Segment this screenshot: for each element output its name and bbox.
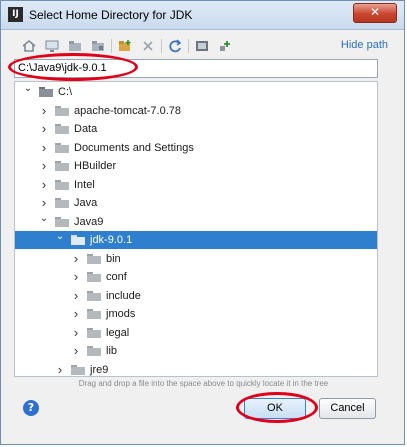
cancel-button[interactable]: Cancel [319, 398, 376, 419]
chevron-right-icon[interactable]: › [39, 120, 49, 138]
chevron-right-icon[interactable]: › [71, 324, 81, 342]
title-bar[interactable]: IJ Select Home Directory for JDK ✕ [1, 1, 404, 30]
tree-item-label: C:\ [58, 86, 73, 98]
tree-item-label: jmods [106, 308, 136, 320]
tree-row[interactable]: › Java [15, 194, 377, 212]
help-icon[interactable]: ? [23, 400, 39, 416]
tree-row[interactable]: › legal [15, 324, 377, 342]
select-home-directory-dialog: IJ Select Home Directory for JDK ✕ Hide … [0, 0, 405, 445]
file-chooser-toolbar: Hide path [11, 35, 394, 57]
tree-item-label: Data [74, 123, 98, 135]
tree-item-label: conf [106, 271, 127, 283]
drive-icon [39, 87, 53, 97]
folder-icon [55, 161, 69, 171]
intellij-app-icon: IJ [8, 7, 23, 22]
tree-row[interactable]: › jmods [15, 305, 377, 323]
chevron-right-icon[interactable]: › [71, 250, 81, 268]
drag-drop-hint: Drag and drop a file into the space abov… [78, 379, 329, 388]
tree-row[interactable]: › jre9 [15, 361, 377, 377]
folder-icon [71, 364, 85, 375]
tree-row[interactable]: › include [15, 287, 377, 305]
tree-row[interactable]: › conf [15, 268, 377, 286]
folder-icon [55, 142, 69, 153]
tree-row[interactable]: › HBuilder [15, 157, 377, 175]
tree-row[interactable]: ⌄ jdk-9.0.1 [15, 231, 377, 249]
tree-item-label: apache-tomcat-7.0.78 [74, 104, 182, 117]
tree-item-label: Java9 [74, 215, 104, 228]
tree-item-label: Java [74, 197, 98, 209]
folder-icon [87, 346, 101, 356]
delete-icon[interactable] [140, 38, 156, 54]
folder-icon [87, 272, 101, 282]
chevron-right-icon[interactable]: › [39, 157, 49, 175]
project-icon[interactable] [67, 38, 83, 54]
chevron-right-icon[interactable]: › [71, 305, 81, 323]
home-icon[interactable] [21, 38, 37, 54]
folder-icon [87, 253, 101, 264]
chevron-right-icon[interactable]: › [39, 102, 49, 120]
tree-item-label: jdk-9.0.1 [90, 234, 133, 246]
tree-item-label: bin [106, 252, 121, 265]
folder-icon [55, 198, 69, 208]
tree-item-label: HBuilder [74, 160, 117, 172]
expand-icon[interactable] [217, 38, 233, 54]
show-hidden-icon[interactable] [194, 38, 210, 54]
toolbar-separator [188, 39, 189, 53]
tree-item-label: lib [106, 345, 118, 357]
chevron-right-icon[interactable]: › [39, 194, 49, 212]
folder-icon [55, 216, 69, 227]
chevron-right-icon[interactable]: › [39, 176, 49, 194]
refresh-icon[interactable] [167, 38, 183, 54]
path-input[interactable]: C:\Java9\jdk-9.0.1 [14, 59, 378, 78]
new-folder-icon[interactable] [117, 38, 133, 54]
folder-icon [55, 105, 69, 116]
tree-row[interactable]: › Intel [15, 176, 377, 194]
folder-icon [87, 309, 101, 319]
chevron-down-icon[interactable]: ⌄ [23, 83, 33, 101]
tree-item-label: Intel [74, 178, 95, 191]
toolbar-separator [111, 39, 112, 53]
tree-row[interactable]: › lib [15, 342, 377, 360]
chevron-right-icon[interactable]: › [39, 139, 49, 157]
tree-row[interactable]: ⌄ C:\ [15, 83, 377, 101]
tree-item-label: include [106, 289, 141, 302]
folder-icon [71, 235, 85, 245]
chevron-down-icon[interactable]: ⌄ [39, 213, 49, 231]
hide-path-link[interactable]: Hide path [341, 39, 388, 51]
tree-item-label: Documents and Settings [74, 141, 194, 154]
tree-row[interactable]: › Data [15, 120, 377, 138]
chevron-right-icon[interactable]: › [71, 268, 81, 286]
toolbar-separator [161, 39, 162, 53]
directory-tree[interactable]: ⌄ C:\ › apache-tomcat-7.0.78 › Data › Documents… [14, 81, 378, 377]
chevron-right-icon[interactable]: › [71, 287, 81, 305]
chevron-right-icon[interactable]: › [71, 342, 81, 360]
tree-row[interactable]: › apache-tomcat-7.0.78 [15, 102, 377, 120]
tree-row[interactable]: › Documents and Settings [15, 139, 377, 157]
tree-row[interactable]: › bin [15, 250, 377, 268]
tree-item-label: jre9 [90, 363, 109, 376]
tree-row[interactable]: ⌄ Java9 [15, 213, 377, 231]
chevron-right-icon[interactable]: › [55, 361, 65, 377]
ok-button[interactable]: OK [244, 398, 306, 419]
chevron-down-icon[interactable]: ⌄ [55, 231, 65, 249]
window-title: Select Home Directory for JDK [29, 8, 193, 22]
folder-icon [87, 290, 101, 301]
close-button[interactable]: ✕ [353, 3, 397, 23]
folder-icon [87, 327, 101, 338]
folder-icon [55, 179, 69, 190]
tree-item-label: legal [106, 326, 130, 339]
folder-icon [55, 124, 69, 134]
module-icon[interactable] [90, 38, 106, 54]
desktop-icon[interactable] [44, 38, 60, 54]
